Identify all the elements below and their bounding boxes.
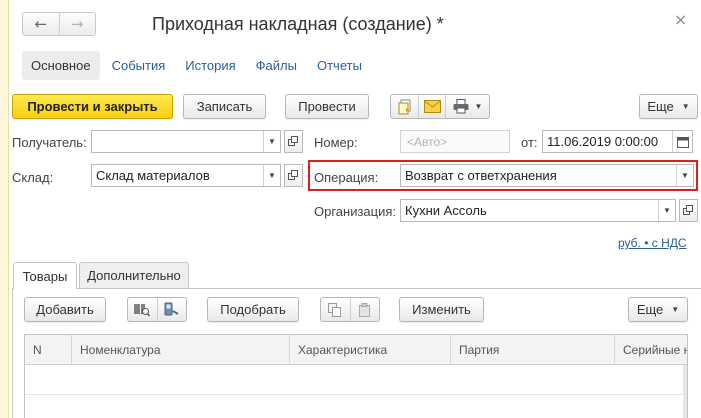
chevron-down-icon: ▼ <box>671 305 680 314</box>
nav-link-history[interactable]: История <box>185 58 235 73</box>
dropdown-arrow-icon[interactable]: ▼ <box>658 200 675 221</box>
table-row[interactable] <box>25 365 687 395</box>
paste-icon[interactable] <box>349 298 379 321</box>
goods-table: N Номенклатура Характеристика Партия Сер… <box>24 334 688 418</box>
more-button-label: Еще <box>647 99 674 114</box>
left-panel-strip <box>0 0 9 418</box>
open-recipient-icon[interactable] <box>284 130 303 153</box>
document-stack-icon[interactable] <box>391 95 418 118</box>
form-nav-links: Основное События История Файлы Отчеты <box>22 49 382 81</box>
warehouse-value: Склад материалов <box>96 168 210 183</box>
copy-actions-group <box>320 297 380 322</box>
date-label: от: <box>521 135 538 150</box>
column-header-characteristic[interactable]: Характеристика <box>289 335 450 365</box>
number-label: Номер: <box>314 135 358 150</box>
save-button[interactable]: Записать <box>183 94 266 119</box>
envelope-icon[interactable] <box>418 95 445 118</box>
number-field[interactable]: <Авто> <box>400 130 510 153</box>
dropdown-arrow-icon[interactable]: ▼ <box>263 165 280 186</box>
pick-button[interactable]: Подобрать <box>207 297 299 322</box>
column-header-nomenclature[interactable]: Номенклатура <box>71 335 289 365</box>
organization-field[interactable]: Кухни Ассоль ▼ <box>400 199 676 222</box>
window-title: Приходная накладная (создание) * <box>152 14 444 34</box>
chevron-down-icon: ▼ <box>681 102 690 111</box>
barcode-scanner-icon[interactable] <box>156 298 186 321</box>
tab-goods[interactable]: Товары <box>13 262 77 289</box>
date-field[interactable]: 11.06.2019 0:00:00 <box>542 130 693 153</box>
copy-icon[interactable] <box>321 298 350 321</box>
back-arrow-icon[interactable]: ← <box>23 13 59 35</box>
goods-more-button[interactable]: Еще ▼ <box>628 297 688 322</box>
operation-highlight-frame <box>308 160 698 191</box>
close-icon[interactable]: × <box>674 10 687 29</box>
warehouse-field[interactable]: Склад материалов ▼ <box>91 164 281 187</box>
add-button[interactable]: Добавить <box>24 297 106 322</box>
nav-link-reports[interactable]: Отчеты <box>317 58 362 73</box>
forward-arrow-icon[interactable]: → <box>58 13 96 35</box>
printer-icon[interactable]: ▼ <box>445 95 489 118</box>
organization-value: Кухни Ассоль <box>405 203 487 218</box>
goods-more-button-label: Еще <box>636 302 664 317</box>
recipient-label: Получатель: <box>12 135 87 150</box>
column-header-number[interactable]: N <box>25 335 71 365</box>
nav-link-events[interactable]: События <box>112 58 166 73</box>
document-window: ← → Приходная накладная (создание) * × О… <box>0 0 701 418</box>
dropdown-arrow-icon[interactable]: ▼ <box>263 131 280 152</box>
table-row[interactable] <box>25 395 687 418</box>
organization-label: Организация: <box>314 204 397 219</box>
document-actions-group: ▼ <box>390 94 490 119</box>
calendar-icon[interactable] <box>672 131 692 152</box>
currency-vat-link[interactable]: руб. • с НДС <box>618 236 687 250</box>
change-button[interactable]: Изменить <box>399 297 484 322</box>
recipient-field[interactable]: ▼ <box>91 130 281 153</box>
open-organization-icon[interactable] <box>679 199 698 222</box>
tab-additional[interactable]: Дополнительно <box>79 262 189 288</box>
history-nav-group: ← → <box>22 12 96 36</box>
barcode-search-icon[interactable] <box>128 298 157 321</box>
table-scrollbar[interactable] <box>683 365 687 418</box>
date-value: 11.06.2019 0:00:00 <box>547 134 659 149</box>
post-and-close-button[interactable]: Провести и закрыть <box>12 94 173 119</box>
post-button[interactable]: Провести <box>285 94 369 119</box>
column-header-batch[interactable]: Партия <box>450 335 614 365</box>
scan-actions-group <box>127 297 187 322</box>
nav-link-main[interactable]: Основное <box>22 50 100 80</box>
table-header: N Номенклатура Характеристика Партия Сер… <box>25 335 687 365</box>
nav-link-files[interactable]: Файлы <box>256 58 297 73</box>
more-button[interactable]: Еще ▼ <box>639 94 698 119</box>
warehouse-label: Склад: <box>12 170 54 185</box>
column-header-serial[interactable]: Серийные н <box>614 335 687 365</box>
open-warehouse-icon[interactable] <box>284 164 303 187</box>
